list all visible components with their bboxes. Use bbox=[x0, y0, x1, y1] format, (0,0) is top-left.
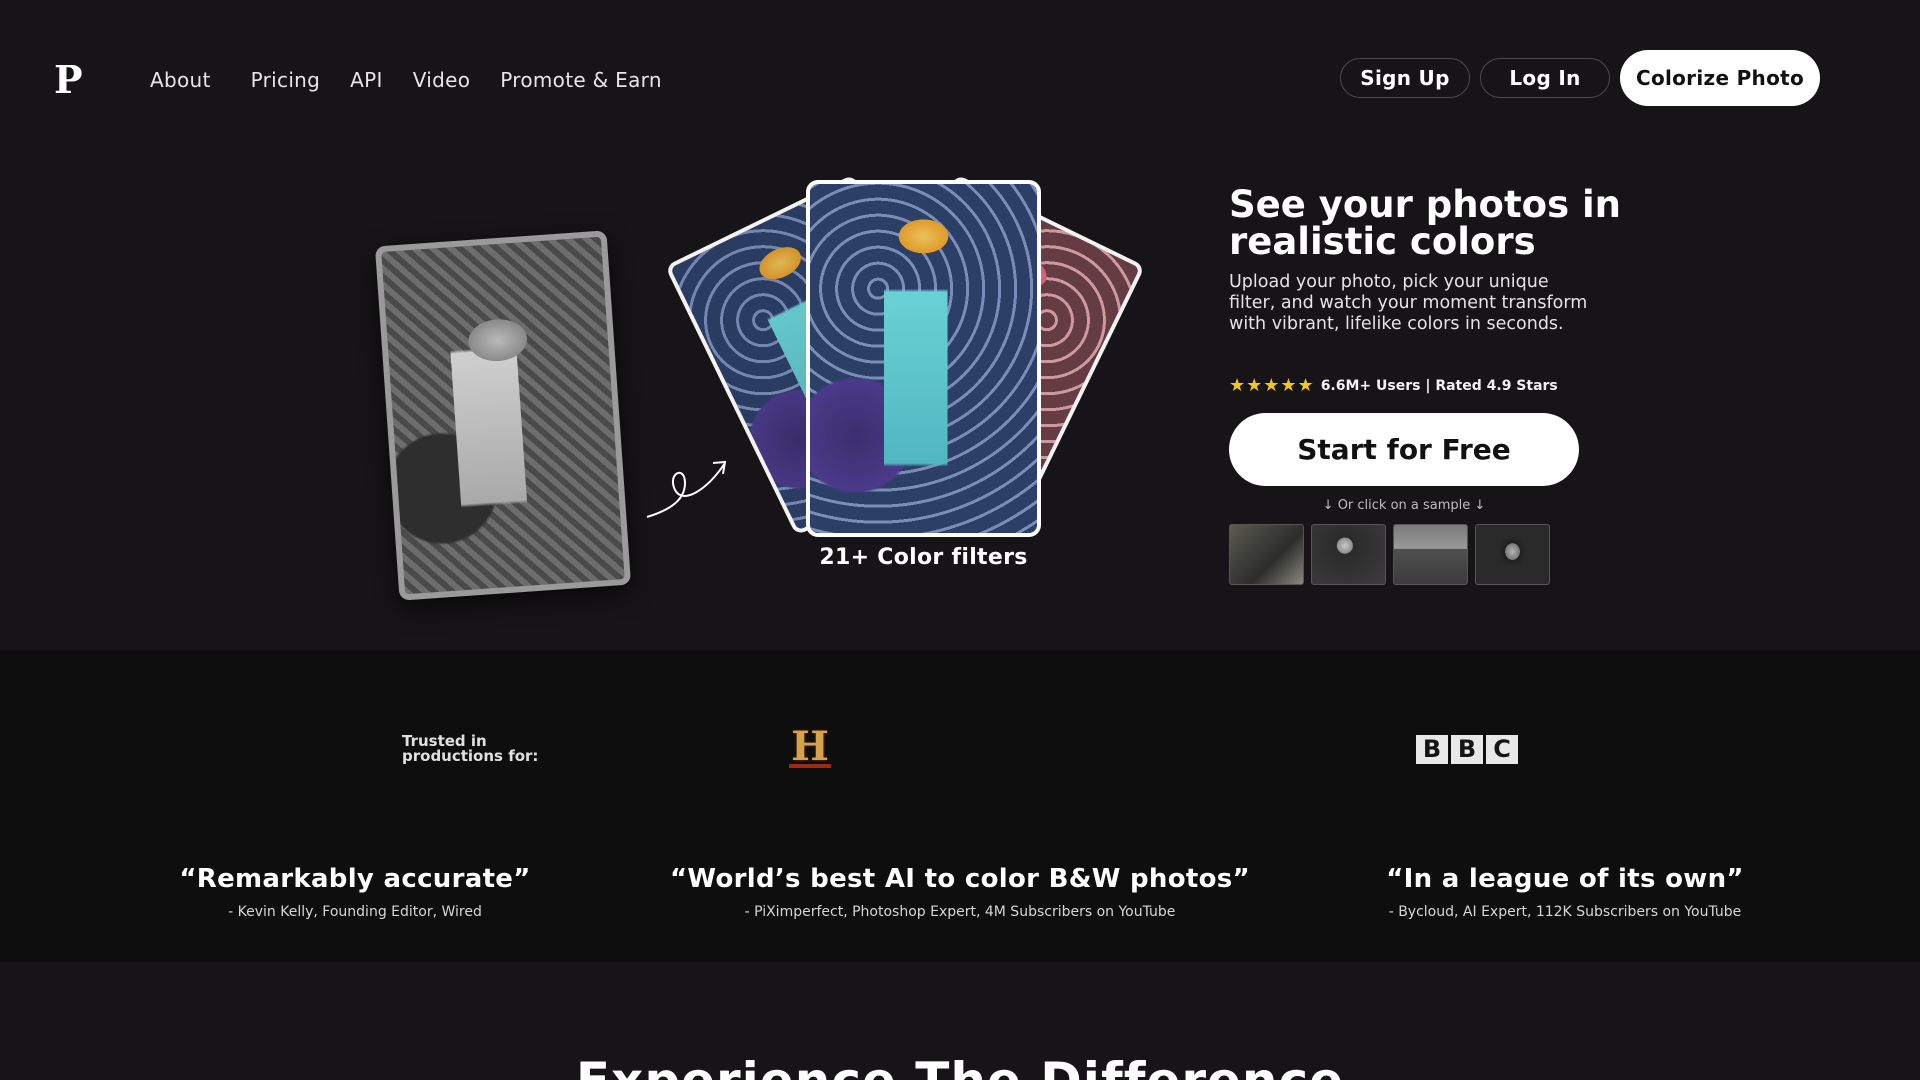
testimonial-author: - Bycloud, AI Expert, 112K Subscribers o… bbox=[1388, 904, 1742, 920]
rating: ★★★★★ 6.6M+ Users | Rated 4.9 Stars bbox=[1229, 375, 1558, 396]
history-logo: H bbox=[791, 723, 829, 770]
testimonial-quote: “Remarkably accurate” bbox=[179, 864, 531, 894]
rating-text: 6.6M+ Users | Rated 4.9 Stars bbox=[1320, 377, 1558, 394]
page: P About Pricing API Video Promote & Earn… bbox=[0, 0, 1920, 1080]
sample-thumbnail[interactable] bbox=[1311, 524, 1386, 585]
testimonial-author: - Kevin Kelly, Founding Editor, Wired bbox=[228, 904, 482, 920]
testimonial: “Remarkably accurate” - Kevin Kelly, Fou… bbox=[130, 864, 580, 920]
hero-subtitle: Upload your photo, pick your unique filt… bbox=[1229, 272, 1588, 334]
log-in-button[interactable]: Log In bbox=[1480, 58, 1610, 98]
nav-about[interactable]: About bbox=[150, 68, 211, 92]
trusted-label: Trusted in productions for: bbox=[402, 732, 539, 765]
start-for-free-button[interactable]: Start for Free bbox=[1229, 413, 1579, 486]
nav-video[interactable]: Video bbox=[413, 68, 471, 92]
main-nav: About Pricing API Video Promote & Earn bbox=[150, 68, 692, 92]
section-title: Experience The Difference bbox=[0, 1052, 1920, 1080]
sample-hint: ↓ Or click on a sample ↓ bbox=[1322, 498, 1486, 513]
testimonial-author: - PiXimperfect, Photoshop Expert, 4M Sub… bbox=[744, 904, 1176, 920]
star-rating-icon: ★★★★★ bbox=[1229, 375, 1315, 396]
sample-thumbnails bbox=[1229, 524, 1557, 585]
nav-api[interactable]: API bbox=[350, 68, 383, 92]
testimonial: “In a league of its own” - Bycloud, AI E… bbox=[1340, 864, 1790, 920]
sample-thumbnail[interactable] bbox=[1229, 524, 1304, 585]
bbc-logo: B B C bbox=[1416, 735, 1521, 764]
bbc-letter: B bbox=[1451, 735, 1483, 764]
sign-up-button[interactable]: Sign Up bbox=[1340, 58, 1470, 98]
bbc-letter: C bbox=[1486, 735, 1518, 764]
testimonial: “World’s best AI to color B&W photos” - … bbox=[660, 864, 1260, 920]
colorize-photo-button[interactable]: Colorize Photo bbox=[1620, 50, 1820, 106]
filters-caption: 21+ Color filters bbox=[819, 545, 1028, 570]
logo[interactable]: P bbox=[54, 58, 83, 102]
nav-promote-earn[interactable]: Promote & Earn bbox=[500, 68, 662, 92]
bbc-letter: B bbox=[1416, 735, 1448, 764]
sample-thumbnail[interactable] bbox=[1475, 524, 1550, 585]
history-logo-bar bbox=[789, 764, 831, 768]
curved-arrow-icon bbox=[646, 460, 727, 518]
hero-title: See your photos in realistic colors bbox=[1229, 183, 1622, 263]
bw-sample-photo bbox=[374, 230, 632, 601]
sample-thumbnail[interactable] bbox=[1393, 524, 1468, 585]
testimonial-quote: “World’s best AI to color B&W photos” bbox=[670, 864, 1250, 894]
color-filter-card-center bbox=[806, 180, 1041, 537]
nav-pricing[interactable]: Pricing bbox=[251, 68, 321, 92]
testimonial-quote: “In a league of its own” bbox=[1386, 864, 1744, 894]
